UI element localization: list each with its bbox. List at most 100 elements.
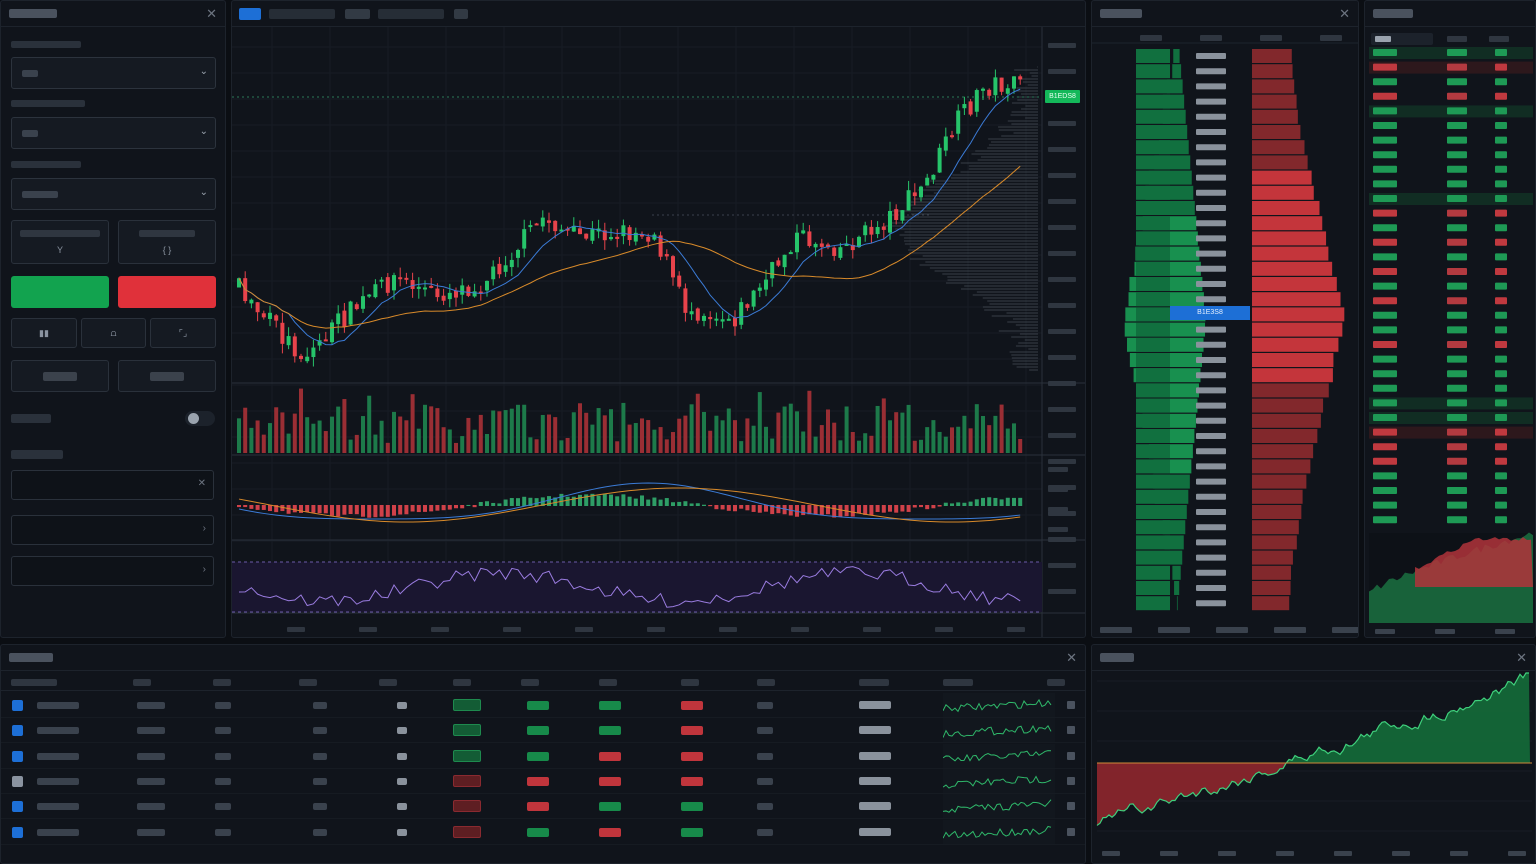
table-row[interactable] — [1, 794, 1085, 820]
table-cell — [397, 702, 407, 709]
time-in-force-select[interactable]: ⌄ — [11, 178, 216, 210]
book-column-header — [1260, 35, 1282, 41]
reduce-only-toggle[interactable] — [185, 411, 215, 426]
clear-icon[interactable]: ✕ — [198, 478, 206, 489]
candle-body — [770, 262, 775, 279]
price-input[interactable]: › — [11, 515, 214, 545]
table-row[interactable] — [1, 718, 1085, 744]
row-checkbox[interactable] — [12, 725, 23, 737]
row-checkbox[interactable] — [12, 700, 23, 711]
volume-bar — [503, 410, 508, 453]
column-header[interactable] — [453, 679, 471, 686]
table-cell — [137, 828, 165, 836]
row-action-icon[interactable] — [1067, 701, 1075, 709]
positions-title — [9, 653, 53, 662]
symbol-select[interactable]: ⌄ — [11, 57, 216, 89]
column-header[interactable] — [943, 679, 973, 686]
candle-body — [764, 279, 768, 290]
table-row[interactable] — [1, 743, 1085, 769]
row-action-icon[interactable] — [1067, 726, 1075, 735]
equity-axis-label — [1102, 851, 1120, 856]
macd-histogram-bar — [237, 505, 241, 508]
column-header[interactable] — [681, 679, 699, 686]
settings-tab[interactable] — [454, 9, 468, 19]
table-cell — [215, 828, 231, 836]
row-checkbox[interactable] — [12, 801, 23, 813]
bid-size-cell — [1136, 155, 1170, 170]
candle-body — [875, 227, 880, 235]
column-header[interactable] — [757, 679, 775, 686]
grid-view-button[interactable]: ▮▮ — [11, 318, 77, 348]
trades-header — [1365, 1, 1535, 27]
candle-body — [379, 279, 384, 282]
row-action-icon[interactable] — [1067, 751, 1075, 760]
reset-button[interactable]: Y — [11, 220, 109, 264]
buy-button[interactable] — [11, 276, 109, 308]
sell-button[interactable] — [118, 276, 216, 308]
table-cell — [313, 727, 327, 735]
volume-bar — [912, 440, 917, 453]
column-header[interactable] — [133, 679, 151, 686]
column-header[interactable] — [299, 679, 317, 686]
sync-button[interactable]: { } — [118, 220, 216, 264]
table-row[interactable] — [1, 768, 1085, 794]
price-level-label — [1196, 281, 1226, 287]
row-action-icon[interactable] — [1067, 776, 1075, 785]
volume-bar — [361, 416, 365, 453]
stop-price-input[interactable]: › — [11, 556, 214, 586]
column-header[interactable] — [379, 679, 397, 686]
candle-body — [373, 284, 378, 298]
close-icon[interactable]: ✕ — [1339, 7, 1350, 20]
chevron-down-icon: ⌄ — [199, 187, 208, 198]
bid-size-cell — [1136, 140, 1170, 155]
column-header[interactable] — [859, 679, 889, 686]
close-icon[interactable]: ✕ — [1516, 651, 1527, 664]
row-checkbox[interactable] — [12, 750, 23, 762]
quantity-input[interactable]: ✕ — [11, 470, 214, 500]
column-header[interactable] — [11, 679, 57, 686]
ask-depth-bar — [1252, 246, 1329, 261]
close-icon[interactable]: ✕ — [206, 7, 217, 20]
option-right-button[interactable] — [118, 360, 216, 392]
table-cell — [757, 702, 773, 709]
volume-bar — [367, 395, 372, 453]
trade-time — [1495, 107, 1507, 115]
option-left-button[interactable] — [11, 360, 109, 392]
column-header[interactable] — [213, 679, 231, 686]
column-header[interactable] — [1047, 679, 1065, 686]
table-row[interactable] — [1, 693, 1085, 718]
row-checkbox[interactable] — [12, 826, 23, 838]
column-header[interactable] — [521, 679, 539, 686]
row-checkbox[interactable] — [12, 775, 23, 787]
templates-tab[interactable] — [378, 9, 444, 19]
row-action-icon[interactable] — [1067, 802, 1075, 811]
column-header[interactable] — [599, 679, 617, 686]
timeframe-tab[interactable] — [269, 9, 335, 19]
trade-time — [1495, 341, 1507, 348]
trade-price — [1373, 136, 1397, 144]
bid-size-cell — [1136, 505, 1170, 519]
pnl-cell — [527, 751, 549, 761]
trades-list[interactable] — [1365, 27, 1536, 638]
table-row[interactable] — [1, 819, 1085, 845]
timeframe-tab-active[interactable] — [239, 8, 261, 20]
split-view-button[interactable]: ⩍ — [81, 318, 146, 348]
macd-histogram-bar — [881, 505, 886, 513]
fullscreen-button[interactable]: ⌜⌟ — [150, 318, 216, 348]
close-icon[interactable]: ✕ — [1066, 651, 1077, 664]
depth-ladder[interactable] — [1092, 27, 1359, 638]
table-cell — [215, 702, 231, 709]
order-type-select[interactable]: ⌄ — [11, 117, 216, 149]
macd-histogram-bar — [373, 505, 378, 518]
volume-bar — [509, 408, 514, 453]
candle-body — [280, 322, 285, 344]
price-chart[interactable] — [232, 27, 1086, 638]
row-action-icon[interactable] — [1067, 827, 1075, 836]
macd-histogram-bar — [974, 499, 979, 506]
trade-size — [1447, 268, 1467, 275]
side-badge — [453, 749, 481, 762]
table-cell — [37, 702, 79, 709]
bid-size-cell — [1136, 261, 1170, 276]
bid-size-cell — [1136, 125, 1170, 139]
indicators-tab[interactable] — [345, 9, 370, 19]
